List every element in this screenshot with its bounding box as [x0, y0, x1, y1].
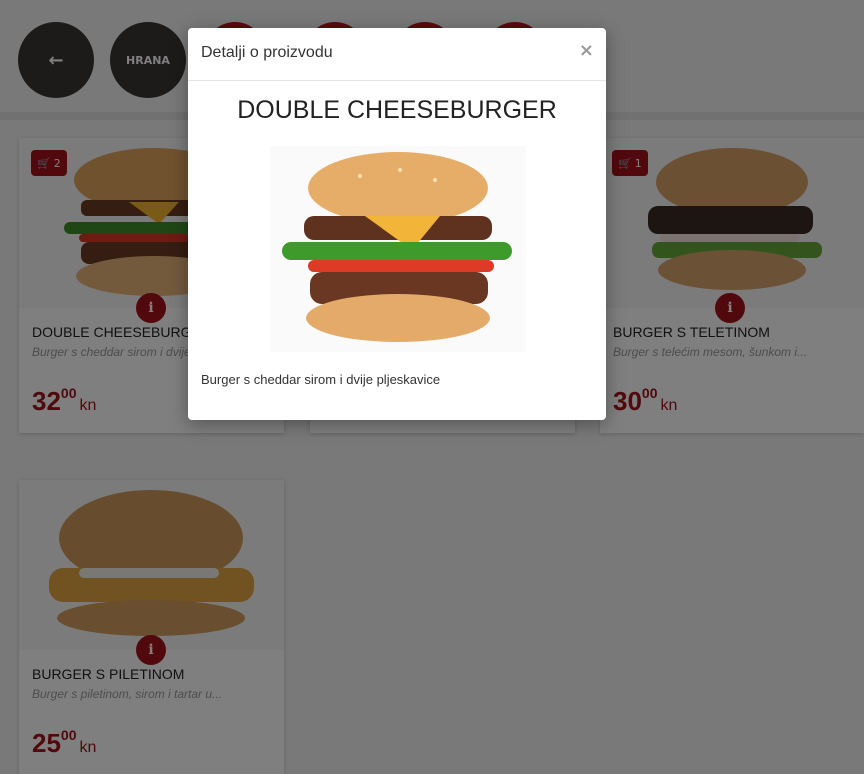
- product-image: [270, 146, 526, 352]
- burger-image: [282, 152, 512, 342]
- product-title: DOUBLE CHEESEBURGER: [237, 96, 557, 124]
- close-button[interactable]: ×: [579, 40, 594, 61]
- product-details-modal: Detalji o proizvodu × DOUBLE CHEESEBURGE…: [188, 28, 606, 420]
- product-description: Burger s cheddar sirom i dvije pljeskavi…: [201, 372, 441, 387]
- modal-header: Detalji o proizvodu ×: [188, 28, 606, 81]
- modal-title: Detalji o proizvodu: [201, 44, 333, 61]
- close-icon: ×: [578, 40, 594, 61]
